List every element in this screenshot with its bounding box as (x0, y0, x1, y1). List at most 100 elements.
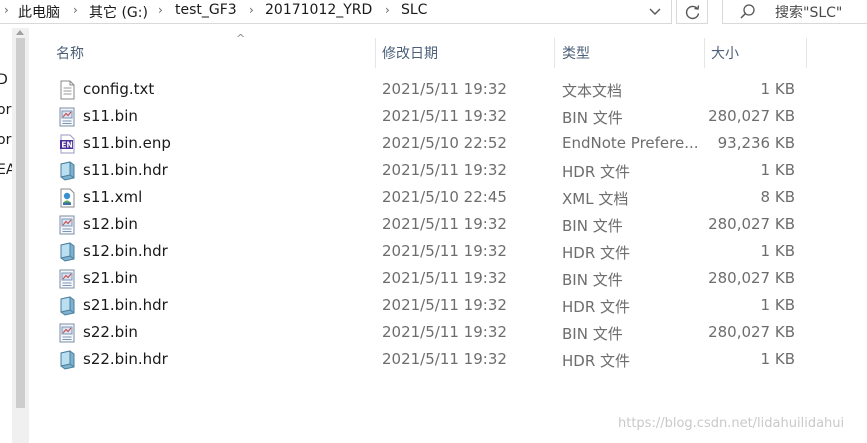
column-header-type[interactable]: 类型 (556, 38, 702, 66)
file-type: BIN 文件 (562, 109, 623, 127)
nav-item-fragment[interactable]: or (0, 132, 11, 148)
column-header-size[interactable]: 大小 (705, 38, 805, 66)
file-size: 8 KB (760, 188, 795, 206)
navigation-pane: D or or EA (0, 28, 12, 443)
file-modified-date: 2021/5/11 19:32 (382, 242, 507, 260)
file-name[interactable]: s22.bin (83, 323, 138, 341)
file-row[interactable]: s21.bin.hdr 2021/5/11 19:32 HDR 文件 1 KB (30, 293, 867, 320)
address-history-button[interactable] (642, 2, 668, 22)
file-type: HDR 文件 (562, 244, 631, 262)
file-size: 280,027 KB (708, 107, 795, 125)
file-name[interactable]: s21.bin.hdr (83, 296, 168, 314)
file-name[interactable]: s11.bin.enp (83, 134, 171, 152)
column-header-date[interactable]: 修改日期 (376, 38, 552, 66)
file-size: 1 KB (760, 80, 795, 98)
hdr-file-icon (58, 242, 76, 262)
hdr-file-icon (58, 296, 76, 316)
file-row[interactable]: s12.bin 2021/5/11 19:32 BIN 文件 280,027 KB (30, 212, 867, 239)
file-row[interactable]: config.txt 2021/5/11 19:32 文本文档 1 KB (30, 77, 867, 104)
file-name[interactable]: s21.bin (83, 269, 138, 287)
file-modified-date: 2021/5/11 19:32 (382, 80, 507, 98)
file-type: HDR 文件 (562, 352, 631, 370)
refresh-icon (685, 5, 700, 20)
file-size: 280,027 KB (708, 269, 795, 287)
breadcrumb-separator-icon[interactable]: › (249, 3, 254, 17)
search-placeholder: 搜索"SLC" (775, 5, 843, 21)
nav-item-fragment[interactable]: or (0, 102, 11, 118)
file-modified-date: 2021/5/11 19:32 (382, 107, 507, 125)
breadcrumb-test-gf3[interactable]: test_GF3 (175, 2, 237, 18)
hdr-file-icon (58, 161, 76, 181)
file-row[interactable]: s22.bin 2021/5/11 19:32 BIN 文件 280,027 KB (30, 320, 867, 347)
file-size: 1 KB (760, 242, 795, 260)
file-name[interactable]: s12.bin.hdr (83, 242, 168, 260)
xml-file-icon (58, 188, 76, 208)
file-size: 280,027 KB (708, 323, 795, 341)
file-size: 1 KB (760, 161, 795, 179)
file-type: 文本文档 (562, 82, 623, 100)
nav-item-fragment[interactable]: EA (0, 162, 12, 178)
breadcrumb-drive-g[interactable]: 其它 (G:) (89, 2, 148, 22)
file-type: EndNote Prefere... (562, 134, 699, 152)
file-type: BIN 文件 (562, 325, 623, 343)
address-bar-row: › 此电脑 › 其它 (G:) › test_GF3 › 20171012_YR… (0, 0, 867, 28)
svg-text:EN: EN (61, 141, 72, 150)
scroll-up-icon[interactable] (16, 30, 24, 35)
bin-file-icon (58, 215, 76, 235)
file-type: BIN 文件 (562, 217, 623, 235)
file-type: HDR 文件 (562, 163, 631, 181)
file-row[interactable]: s12.bin.hdr 2021/5/11 19:32 HDR 文件 1 KB (30, 239, 867, 266)
file-modified-date: 2021/5/11 19:32 (382, 215, 507, 233)
hdr-file-icon (58, 350, 76, 370)
file-row[interactable]: s11.bin.hdr 2021/5/11 19:32 HDR 文件 1 KB (30, 158, 867, 185)
file-modified-date: 2021/5/11 19:32 (382, 161, 507, 179)
nav-item-fragment[interactable]: D (0, 72, 8, 88)
breadcrumb-separator-icon[interactable]: › (73, 3, 78, 17)
search-icon (740, 4, 755, 19)
breadcrumb-slc[interactable]: SLC (401, 2, 427, 18)
refresh-button[interactable] (676, 0, 708, 24)
breadcrumb-separator-icon[interactable]: › (385, 3, 390, 17)
breadcrumb-this-pc[interactable]: 此电脑 (18, 2, 60, 22)
file-type: BIN 文件 (562, 271, 623, 289)
address-bar[interactable]: › 此电脑 › 其它 (G:) › test_GF3 › 20171012_YR… (0, 0, 672, 24)
file-row[interactable]: EN s11.bin.enp 2021/5/10 22:52 EndNote Pref… (30, 131, 867, 158)
column-header-name[interactable]: 名称 (50, 38, 370, 66)
file-modified-date: 2021/5/11 19:32 (382, 269, 507, 287)
breadcrumb-yrd-folder[interactable]: 20171012_YRD (265, 2, 372, 18)
file-row[interactable]: s11.bin 2021/5/11 19:32 BIN 文件 280,027 KB (30, 104, 867, 131)
file-modified-date: 2021/5/11 19:32 (382, 323, 507, 341)
file-list: config.txt 2021/5/11 19:32 文本文档 1 KB s11.bin… (30, 77, 867, 374)
file-name[interactable]: config.txt (83, 80, 154, 98)
file-modified-date: 2021/5/10 22:45 (382, 188, 507, 206)
file-name[interactable]: s12.bin (83, 215, 138, 233)
chevron-down-icon (649, 8, 661, 15)
column-divider[interactable] (806, 38, 807, 68)
file-row[interactable]: s22.bin.hdr 2021/5/11 19:32 HDR 文件 1 KB (30, 347, 867, 374)
file-row[interactable]: s21.bin 2021/5/11 19:32 BIN 文件 280,027 KB (30, 266, 867, 293)
navigation-scrollbar[interactable] (12, 28, 29, 443)
text-file-icon (58, 80, 76, 100)
file-size: 1 KB (760, 350, 795, 368)
file-row[interactable]: s11.xml 2021/5/10 22:45 XML 文档 8 KB (30, 185, 867, 212)
breadcrumb-separator-icon[interactable]: › (158, 3, 163, 17)
file-name[interactable]: s11.xml (83, 188, 142, 206)
file-modified-date: 2021/5/11 19:32 (382, 350, 507, 368)
file-name[interactable]: s11.bin (83, 107, 138, 125)
column-divider[interactable] (554, 38, 555, 68)
file-explorer-window: › 此电脑 › 其它 (G:) › test_GF3 › 20171012_YR… (0, 0, 867, 443)
search-input[interactable]: 搜索"SLC" (722, 0, 867, 24)
file-type: XML 文档 (562, 190, 629, 208)
scrollbar-thumb[interactable] (16, 38, 25, 408)
file-modified-date: 2021/5/11 19:32 (382, 296, 507, 314)
bin-file-icon (58, 107, 76, 127)
file-size: 93,236 KB (717, 134, 795, 152)
endnote-file-icon: EN (58, 134, 76, 154)
file-name[interactable]: s11.bin.hdr (83, 161, 168, 179)
file-name[interactable]: s22.bin.hdr (83, 350, 168, 368)
file-modified-date: 2021/5/10 22:52 (382, 134, 507, 152)
file-size: 1 KB (760, 296, 795, 314)
file-type: HDR 文件 (562, 298, 631, 316)
bin-file-icon (58, 323, 76, 343)
breadcrumb-separator-icon[interactable]: › (4, 3, 9, 17)
